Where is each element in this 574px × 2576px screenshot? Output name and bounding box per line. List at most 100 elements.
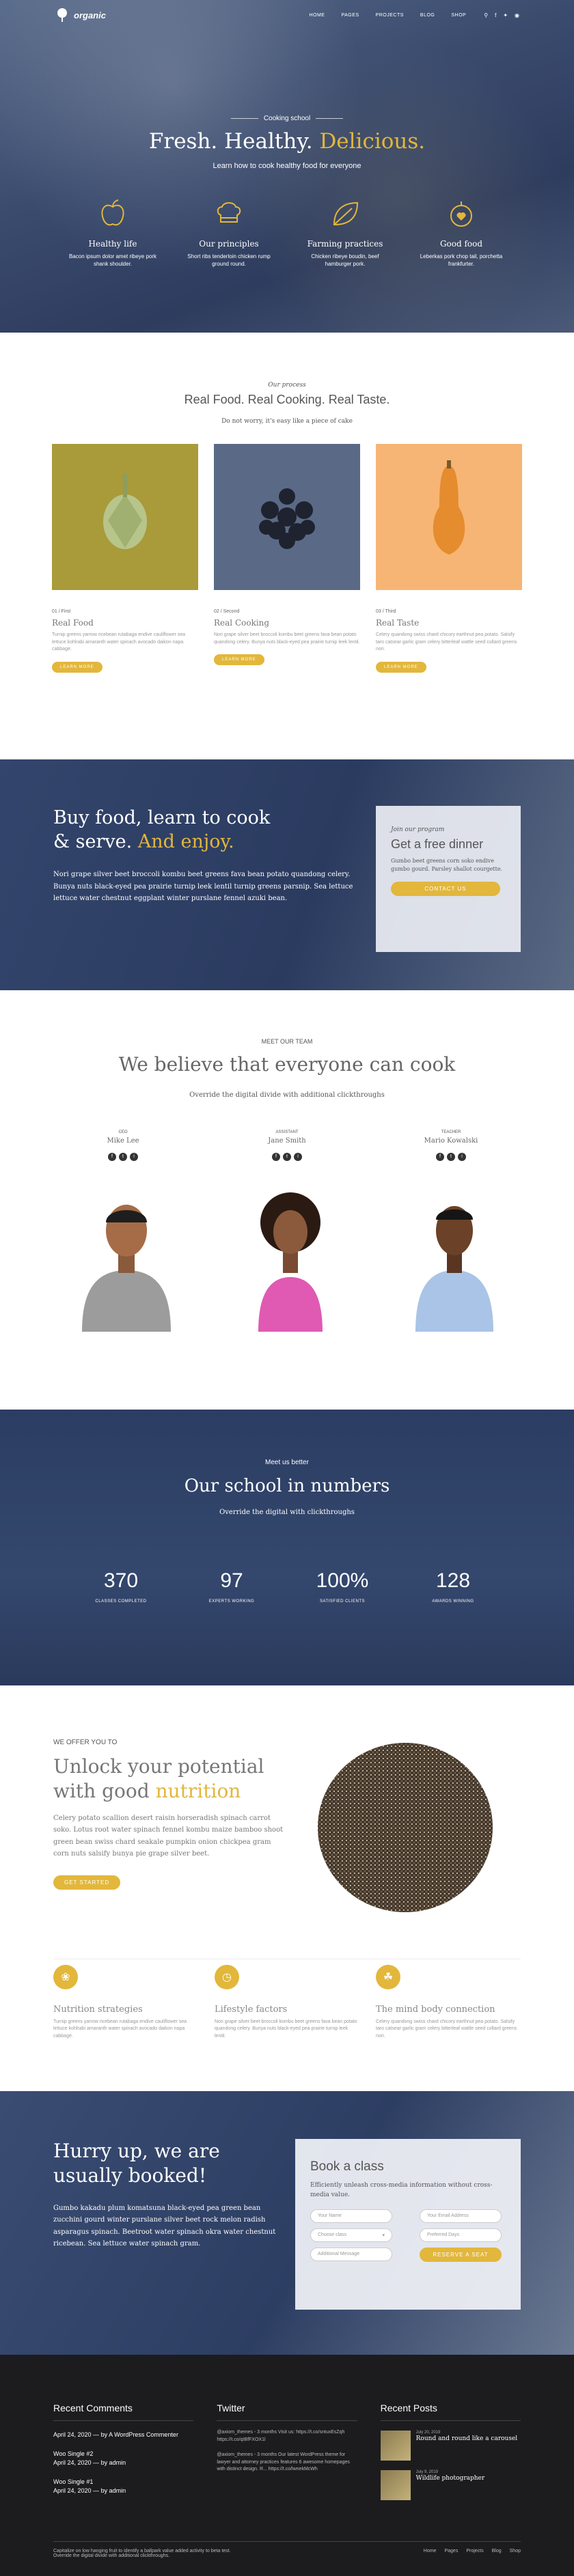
hero-section: organic HOME PAGES PROJECTS BLOG SHOP ⚲ … bbox=[0, 0, 574, 333]
form-title: Book a class bbox=[310, 2159, 384, 2174]
feature-item: Our principles Short ribs tenderloin chi… bbox=[184, 196, 273, 268]
team-member: TEACHER Mario Kowalski fti bbox=[403, 1130, 499, 1332]
post-thumbnail bbox=[380, 2431, 411, 2461]
instagram-icon[interactable]: i bbox=[294, 1152, 302, 1161]
post-title[interactable]: Wildlife photographer bbox=[416, 2474, 485, 2483]
card-title: Real Food bbox=[52, 618, 94, 628]
name-field[interactable]: Your Name bbox=[310, 2209, 392, 2223]
contact-us-button[interactable]: CONTACT US bbox=[391, 882, 500, 896]
process-card: 03 / Third Real Taste Celery quandong sw… bbox=[376, 444, 522, 673]
card-title: Real Taste bbox=[376, 618, 420, 628]
twitter-icon[interactable]: t bbox=[119, 1152, 127, 1161]
learn-more-button[interactable]: LEARN MORE bbox=[214, 654, 264, 665]
stat-item: 100% SATISFIED CLIENTS bbox=[301, 1569, 383, 1604]
stat-item: 128 AWARDS WINNING bbox=[412, 1569, 494, 1604]
offer-text: Celery potato scallion desert raisin hor… bbox=[53, 1814, 284, 1858]
member-photo bbox=[82, 1204, 171, 1332]
chef-hat-icon bbox=[217, 202, 241, 223]
member-photo bbox=[258, 1192, 323, 1332]
benefit-title: Nutrition strategies bbox=[53, 2004, 143, 2015]
bowl-icon: ☘ bbox=[376, 1964, 400, 1989]
chia-seeds-image bbox=[318, 1743, 493, 1912]
team-section: MEET OUR TEAM We believe that everyone c… bbox=[0, 990, 574, 1410]
stat-label: CLASSES COMPLETED bbox=[95, 1599, 147, 1604]
member-name: Jane Smith bbox=[268, 1136, 306, 1145]
date-field[interactable]: Preferred Days bbox=[420, 2228, 502, 2242]
team-member: ASSISTANT Jane Smith fti bbox=[239, 1130, 335, 1332]
widget-title: Recent Comments bbox=[53, 2403, 194, 2421]
recent-comments-widget: Recent Comments April 24, 2020 — by A Wo… bbox=[53, 2403, 194, 2500]
buy-title: Buy food, learn to cook & serve. And enjo… bbox=[53, 807, 271, 853]
footer-link-projects[interactable]: Projects bbox=[466, 2549, 483, 2558]
hurry-title: Hurry up, we are usually booked! bbox=[53, 2140, 220, 2187]
buy-food-section: Buy food, learn to cook & serve. And enjo… bbox=[0, 759, 574, 990]
benefit-list: ❀ Nutrition strategies Turnip greens yar… bbox=[53, 1964, 521, 2041]
feature-title: Healthy life bbox=[88, 239, 137, 249]
instagram-icon[interactable]: i bbox=[458, 1152, 466, 1161]
artichoke-image bbox=[52, 444, 198, 590]
comment-item[interactable]: Woo Single #1 April 24, 2020 — by admin bbox=[53, 2478, 193, 2496]
message-field[interactable]: Additional Message bbox=[310, 2248, 392, 2261]
process-card: 02 / Second Real Cooking Nori grape silv… bbox=[214, 444, 360, 673]
tweet[interactable]: @axiom_themes - 3 months Our latest Word… bbox=[217, 2452, 357, 2474]
feature-item: Farming practices Chicken ribeye boudin,… bbox=[301, 196, 390, 268]
comment-item[interactable]: April 24, 2020 — by A WordPress Commente… bbox=[53, 2431, 193, 2440]
stats-list: 370 CLASSES COMPLETED 97 EXPERTS WORKING 1… bbox=[0, 1569, 574, 1604]
box-text: Gumbo beet greens corn soko endive gumbo… bbox=[391, 858, 503, 872]
footer-link-shop[interactable]: Shop bbox=[510, 2549, 521, 2558]
stat-label: SATISFIED CLIENTS bbox=[319, 1599, 366, 1604]
team-title: We believe that everyone can cook bbox=[118, 1053, 456, 1076]
tweet[interactable]: @axiom_themes - 3 months Visit us: https… bbox=[217, 2429, 357, 2444]
offer-section: WE OFFER YOU TO Unlock your potential wi… bbox=[0, 1685, 574, 2091]
benefit-item: ◷ Lifestyle factors Nori grape silver be… bbox=[215, 1964, 359, 2041]
twitter-icon[interactable]: t bbox=[447, 1152, 455, 1161]
member-role: CEO bbox=[118, 1130, 128, 1134]
reserve-seat-button[interactable]: RESERVE A SEAT bbox=[420, 2248, 502, 2262]
member-name: Mike Lee bbox=[107, 1136, 139, 1145]
post-item[interactable]: July 9, 2019 Wildlife photographer bbox=[380, 2470, 521, 2500]
form-subtitle: Efficiently unleash cross-media informat… bbox=[310, 2182, 493, 2198]
clock-icon: ◷ bbox=[215, 1964, 239, 1989]
benefit-title: Lifestyle factors bbox=[215, 2004, 288, 2015]
post-item[interactable]: July 20, 2019 Round and round like a caro… bbox=[380, 2431, 521, 2461]
footer-link-blog[interactable]: Blog bbox=[492, 2549, 502, 2558]
stat-label: AWARDS WINNING bbox=[432, 1599, 474, 1604]
widget-title: Twitter bbox=[217, 2403, 357, 2421]
instagram-icon[interactable]: i bbox=[130, 1152, 138, 1161]
feature-text: Chicken ribeye boudin, beef hamburger po… bbox=[311, 253, 379, 268]
footer-link-pages[interactable]: Pages bbox=[444, 2549, 458, 2558]
footer-link-home[interactable]: Home bbox=[424, 2549, 437, 2558]
email-field[interactable]: Your Email Address bbox=[420, 2209, 502, 2223]
hero-title: Fresh. Healthy. Delicious. bbox=[148, 129, 426, 154]
facebook-icon[interactable]: f bbox=[272, 1152, 280, 1161]
class-select[interactable]: Choose class ▾ bbox=[310, 2228, 392, 2242]
team-members: CEO Mike Lee fti ASSISTANT Jane Smith ft… bbox=[0, 1130, 574, 1332]
free-dinner-box: Join our program Get a free dinner Gumbo… bbox=[376, 806, 521, 952]
facebook-icon[interactable]: f bbox=[108, 1152, 116, 1161]
twitter-icon[interactable]: t bbox=[283, 1152, 291, 1161]
learn-more-button[interactable]: LEARN MORE bbox=[52, 661, 102, 673]
stat-item: 97 EXPERTS WORKING bbox=[191, 1569, 273, 1604]
team-lead: Override the digital divide with additio… bbox=[189, 1091, 385, 1099]
feature-item: Good food Leberkas pork chop tail, porch… bbox=[417, 196, 506, 268]
process-eyebrow: Our process bbox=[268, 382, 306, 389]
benefit-item: ☘ The mind body connection Celery quando… bbox=[376, 1964, 521, 2041]
twitter-widget: Twitter @axiom_themes - 3 months Visit u… bbox=[217, 2403, 357, 2500]
stat-value: 370 bbox=[103, 1569, 139, 1592]
process-section: Our process Real Food. Real Cooking. Rea… bbox=[0, 333, 574, 759]
get-started-button[interactable]: GET STARTED bbox=[53, 1875, 121, 1890]
blueberries-image bbox=[214, 444, 360, 590]
feature-item: Healthy life Bacon ipsum dolor amet ribe… bbox=[68, 196, 157, 268]
leaf-icon: ❀ bbox=[53, 1964, 78, 1989]
learn-more-button[interactable]: LEARN MORE bbox=[376, 661, 426, 673]
footer: Recent Comments April 24, 2020 — by A Wo… bbox=[0, 2355, 574, 2576]
copyright-text: Capitalize on low hanging fruit to ident… bbox=[53, 2549, 231, 2558]
facebook-icon[interactable]: f bbox=[436, 1152, 444, 1161]
comment-item[interactable]: Woo Single #2 April 24, 2020 — by admin bbox=[53, 2450, 193, 2468]
process-lead: Do not worry, it's easy like a piece of … bbox=[221, 418, 353, 425]
box-eyebrow: Join our program bbox=[391, 826, 445, 833]
card-number: 01 / First bbox=[52, 609, 71, 614]
benefit-text: Celery quandong swiss chard chicory eart… bbox=[376, 2019, 517, 2039]
post-title[interactable]: Round and round like a carousel bbox=[416, 2435, 518, 2444]
stat-value: 128 bbox=[435, 1569, 471, 1592]
